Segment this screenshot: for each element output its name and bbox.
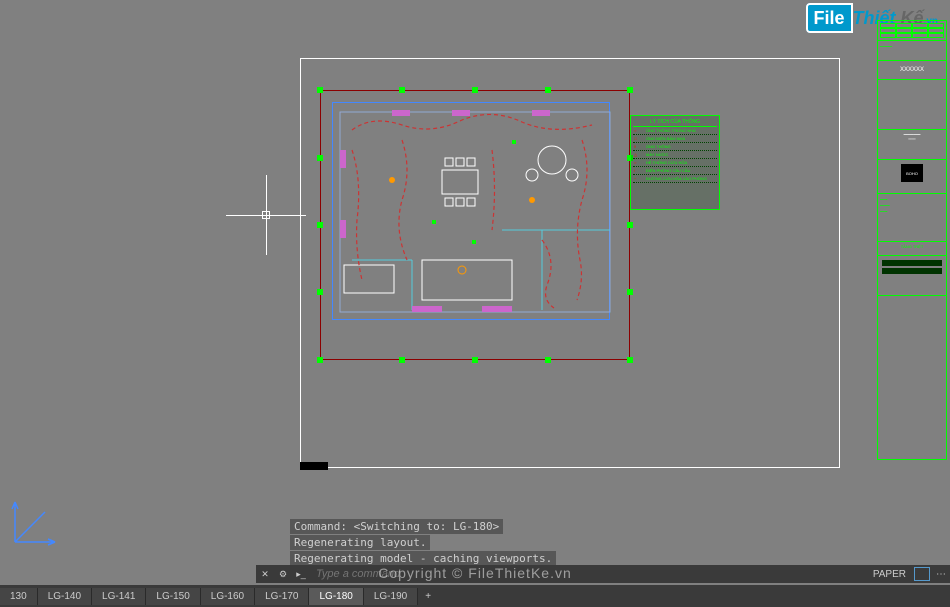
grip-handle[interactable]	[399, 357, 405, 363]
title-block-sheet: TẦNG TRỆT	[878, 242, 946, 256]
close-command-icon[interactable]: ✕	[257, 566, 273, 582]
grip-handle[interactable]	[317, 222, 323, 228]
legend-box: LÝ TÍCH CỦA THÔNG ○ỐNG THÔNG TRONG NHÀ □…	[630, 115, 720, 210]
grip-handle[interactable]	[627, 222, 633, 228]
layout-tab[interactable]: LG-190	[364, 588, 418, 605]
layout-tabs-bar: 130 LG-140 LG-141 LG-150 LG-160 LG-170 L…	[0, 585, 950, 607]
status-more[interactable]: ⋯	[932, 569, 946, 580]
grip-handle[interactable]	[627, 87, 633, 93]
grip-handle[interactable]	[545, 87, 551, 93]
grip-handle[interactable]	[472, 87, 478, 93]
layout-tab[interactable]: LG-170	[255, 588, 309, 605]
title-block: ━━━━━ XXXXXX ━━━━━━━ ━━━━ BOHO ━━━ ━━━━ …	[877, 20, 947, 460]
paper-model-toggle[interactable]: PAPER	[867, 569, 912, 580]
layout-tab[interactable]: 130	[0, 588, 38, 605]
logo-file: File	[806, 3, 853, 33]
legend-title: LÝ TÍCH CỦA THÔNG	[633, 118, 717, 127]
command-line: Regenerating model - caching viewports.	[290, 551, 556, 566]
command-line: Command: <Switching to: LG-180>	[290, 519, 503, 534]
layout-tab[interactable]: LG-141	[92, 588, 146, 605]
paper-shadow	[300, 462, 328, 470]
crosshair-cursor	[226, 175, 306, 255]
command-line: Regenerating layout.	[290, 535, 430, 550]
status-icon[interactable]	[914, 567, 930, 581]
ucs-icon[interactable]	[10, 497, 60, 547]
grip-handle[interactable]	[317, 289, 323, 295]
grip-handle[interactable]	[627, 357, 633, 363]
layout-tab-active[interactable]: LG-180	[309, 588, 363, 605]
command-input-bar[interactable]: ✕ ⚙ ▸_	[256, 565, 896, 583]
title-block-logo: BOHO	[901, 164, 923, 182]
layout-tab[interactable]: LG-140	[38, 588, 92, 605]
layout-tab[interactable]: LG-150	[146, 588, 200, 605]
status-bar: PAPER ⋯	[863, 565, 950, 583]
command-history: Command: <Switching to: LG-180> Regenera…	[290, 519, 790, 567]
title-block-project: XXXXXX	[878, 61, 946, 80]
grip-handle[interactable]	[317, 155, 323, 161]
grip-handle[interactable]	[399, 87, 405, 93]
grip-handle[interactable]	[545, 357, 551, 363]
copyright-watermark: Copyright © FileThietKe.vn	[378, 565, 572, 581]
command-prompt-icon: ▸_	[293, 566, 309, 582]
grip-handle[interactable]	[472, 357, 478, 363]
add-layout-tab-icon[interactable]: +	[418, 591, 438, 602]
layout-tab[interactable]: LG-160	[201, 588, 255, 605]
grip-handle[interactable]	[317, 357, 323, 363]
grip-handle[interactable]	[627, 289, 633, 295]
floor-plan-drawing	[332, 100, 618, 355]
grip-handle[interactable]	[317, 87, 323, 93]
command-options-icon[interactable]: ⚙	[275, 566, 291, 582]
